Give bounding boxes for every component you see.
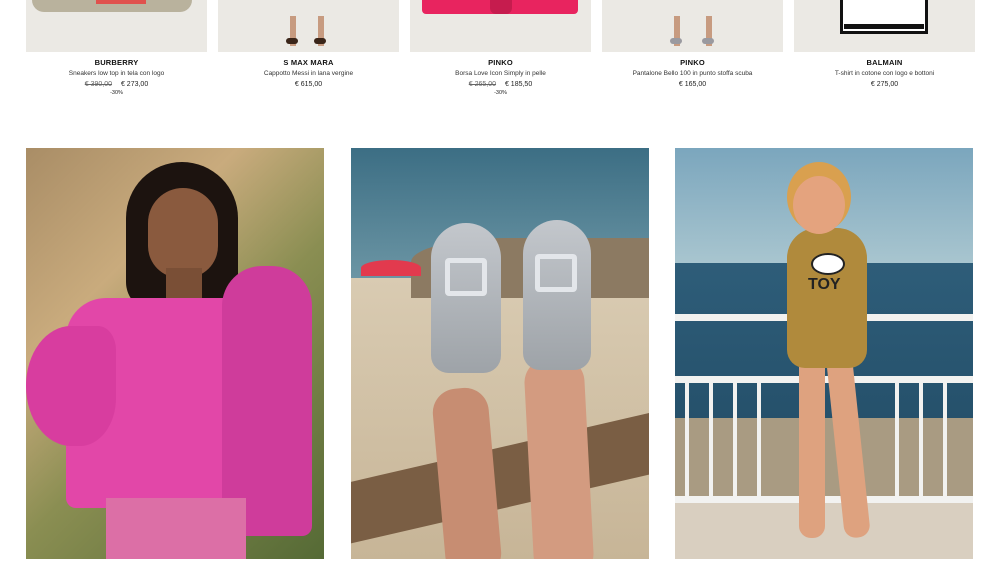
railing-post xyxy=(757,381,761,499)
product-description: T-shirt in cotone con logo e bottoni xyxy=(834,70,935,77)
model-shoe-right xyxy=(314,38,326,44)
product-brand: PINKO xyxy=(488,58,513,67)
product-description: Borsa Love Icon Simply in pelle xyxy=(455,70,546,77)
ruffle-sleeve xyxy=(26,326,116,446)
product-brand: BURBERRY xyxy=(94,58,139,67)
shoe-buckle-right xyxy=(535,254,577,292)
model-shoe-left xyxy=(286,38,298,44)
product-price: € 275,00 xyxy=(870,81,899,88)
garment-band-shape xyxy=(844,24,924,29)
model-head xyxy=(793,176,845,234)
product-card-burberry[interactable]: BURBERRY Sneakers low top in tela con lo… xyxy=(26,0,207,96)
product-old-price: € 265,00 xyxy=(468,81,497,88)
model-shoe-right xyxy=(702,38,714,44)
product-discount-badge: -30% xyxy=(494,90,507,96)
product-price: € 273,00 xyxy=(120,81,149,88)
railing-post xyxy=(733,381,737,499)
product-price: € 185,50 xyxy=(504,81,533,88)
railing-post xyxy=(895,381,899,499)
railing-post xyxy=(685,381,689,499)
product-image-tshirt[interactable] xyxy=(794,0,975,52)
model-face xyxy=(148,188,218,278)
bag-clasp-shape xyxy=(490,0,512,14)
beach-umbrella xyxy=(361,260,421,276)
product-card-pinko-bag[interactable]: PINKO Borsa Love Icon Simply in pelle € … xyxy=(410,0,591,96)
model-leg-left xyxy=(799,348,825,538)
product-card-s-max-mara[interactable]: S MAX MARA Cappotto Messi in lana vergin… xyxy=(218,0,399,88)
product-image-coat[interactable] xyxy=(218,0,399,52)
product-description: Cappotto Messi in lana vergine xyxy=(263,70,354,77)
product-price: € 615,00 xyxy=(294,81,323,88)
pink-trousers xyxy=(106,498,246,559)
model-leg-right xyxy=(523,356,595,559)
blouse-bow xyxy=(222,266,312,536)
sneaker-logo-shape xyxy=(96,0,146,4)
product-description: Sneakers low top in tela con logo xyxy=(68,70,165,77)
product-price: € 165,00 xyxy=(678,81,707,88)
railing-post xyxy=(709,381,713,499)
product-prices: € 275,00 xyxy=(794,81,975,88)
product-card-balmain[interactable]: BALMAIN T-shirt in cotone con logo e bot… xyxy=(794,0,975,88)
silver-heel-left xyxy=(431,223,501,373)
editorial-image-silver-heels[interactable] xyxy=(351,148,649,559)
editorial-image-toy-swimsuit[interactable]: TOY xyxy=(675,148,973,559)
railing-post xyxy=(943,381,947,499)
product-prices: € 265,00 € 185,50 xyxy=(410,81,591,88)
product-brand: S MAX MARA xyxy=(283,58,334,67)
product-prices: € 390,00 € 273,00 xyxy=(26,81,207,88)
product-brand: PINKO xyxy=(680,58,705,67)
shoe-buckle-left xyxy=(445,258,487,296)
railing-post xyxy=(919,381,923,499)
product-strip: BURBERRY Sneakers low top in tela con lo… xyxy=(26,0,975,100)
swimsuit-print-text: TOY xyxy=(808,276,841,293)
product-image-sneakers[interactable] xyxy=(26,0,207,52)
product-prices: € 615,00 xyxy=(218,81,399,88)
product-card-pinko-trousers[interactable]: PINKO Pantalone Bello 100 in punto stoff… xyxy=(602,0,783,88)
product-brand: BALMAIN xyxy=(866,58,903,67)
product-description: Pantalone Bello 100 in punto stoffa scub… xyxy=(632,70,753,77)
silver-heel-right xyxy=(523,220,591,370)
teddy-bear-print xyxy=(811,253,845,275)
product-old-price: € 390,00 xyxy=(84,81,113,88)
product-image-bag[interactable] xyxy=(410,0,591,52)
gold-swimsuit xyxy=(787,228,867,368)
product-prices: € 165,00 xyxy=(602,81,783,88)
product-discount-badge: -30% xyxy=(110,90,123,96)
product-image-trousers[interactable] xyxy=(602,0,783,52)
editorial-image-pink-blouse[interactable] xyxy=(26,148,324,559)
model-shoe-left xyxy=(670,38,682,44)
